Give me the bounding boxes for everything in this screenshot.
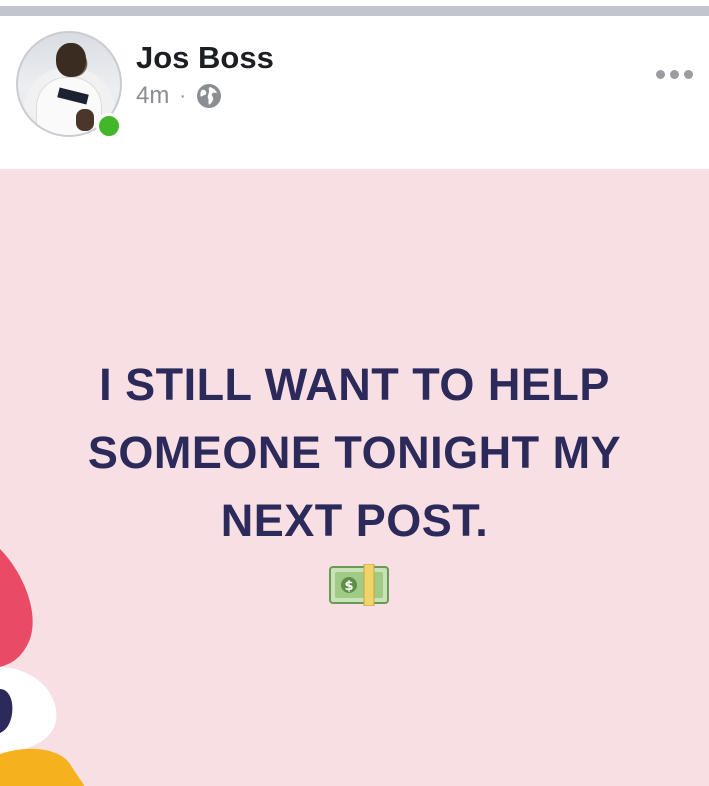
post-time[interactable]: 4m (136, 82, 169, 110)
meta-separator: · (179, 84, 187, 107)
post-content[interactable]: I STILL WANT TO HELP SOMEONE TONIGHT MY … (0, 169, 709, 786)
more-dot (684, 70, 693, 79)
online-status-icon (96, 113, 122, 139)
more-dot (656, 70, 665, 79)
more-options-icon[interactable] (656, 70, 693, 79)
top-divider (0, 0, 709, 18)
author-avatar[interactable] (16, 31, 122, 139)
divider-strip (0, 6, 709, 16)
post-header: Jos Boss 4m · (0, 18, 709, 168)
post-text: I STILL WANT TO HELP SOMEONE TONIGHT MY … (87, 359, 622, 546)
globe-icon[interactable] (196, 83, 222, 109)
svg-text:$: $ (344, 579, 353, 594)
author-name[interactable]: Jos Boss (136, 40, 274, 76)
decorative-shapes (0, 549, 85, 786)
post-meta: 4m · (136, 82, 222, 110)
avatar-hand (76, 109, 94, 131)
avatar-face (56, 43, 86, 77)
more-dot (670, 70, 679, 79)
money-banknote-icon: $ (329, 564, 389, 606)
